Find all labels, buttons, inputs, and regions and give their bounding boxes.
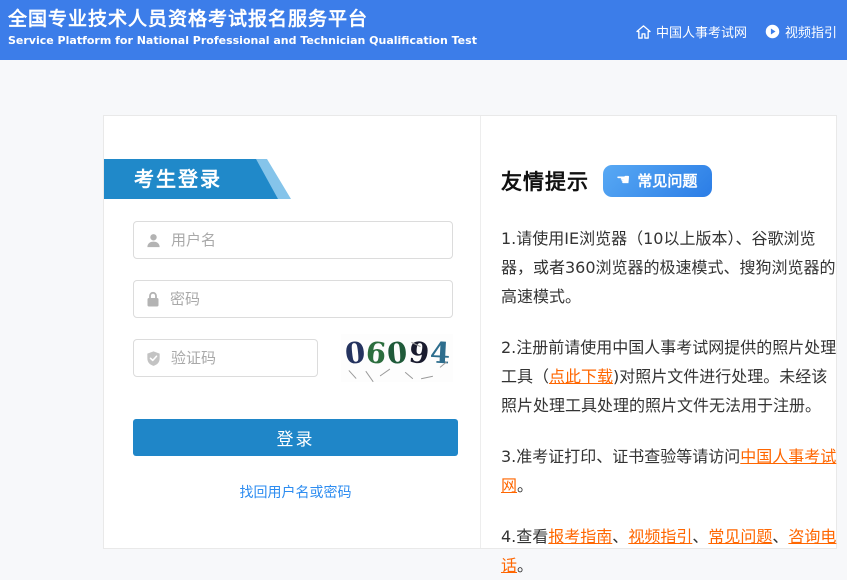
- header-titles: 全国专业技术人员资格考试报名服务平台 Service Platform for …: [8, 7, 477, 47]
- faq-button[interactable]: ☚ 常见问题: [603, 165, 712, 197]
- tip-text: 4.查看: [501, 527, 548, 546]
- captcha-scratch-line: [421, 376, 433, 379]
- tips-header: 友情提示 ☚ 常见问题: [501, 165, 837, 197]
- tip-item: 4.查看报考指南、视频指引、常见问题、咨询电话。: [501, 522, 841, 580]
- tip-item: 1.请使用IE浏览器（10以上版本）、谷歌浏览器，或者360浏览器的极速模式、搜…: [501, 224, 841, 311]
- app-header: 全国专业技术人员资格考试报名服务平台 Service Platform for …: [0, 0, 847, 60]
- captcha-code: 06094: [345, 336, 451, 370]
- header-nav: 中国人事考试网 视频指引: [636, 22, 837, 41]
- tip-text: 、: [772, 527, 788, 546]
- tips-panel: 友情提示 ☚ 常见问题 1.请使用IE浏览器（10以上版本）、谷歌浏览器，或者3…: [482, 116, 837, 548]
- shield-check-icon: [145, 350, 162, 367]
- lock-icon: [145, 291, 161, 308]
- faq-button-label: 常见问题: [637, 170, 697, 191]
- captcha-digit: 9: [407, 335, 432, 371]
- captcha-digit: 0: [386, 335, 410, 370]
- recover-credentials-link[interactable]: 找回用户名或密码: [133, 482, 458, 502]
- login-panel: 考生登录 06094: [104, 116, 481, 548]
- pointing-hand-icon: ☚: [616, 172, 630, 188]
- captcha-scratch-line: [405, 372, 413, 379]
- play-icon: [765, 24, 780, 39]
- password-input[interactable]: [170, 290, 452, 308]
- captcha-field-wrap: [133, 339, 318, 377]
- tip-item: 2.注册前请使用中国人事考试网提供的照片处理工具（点此下载)对照片文件进行处理。…: [501, 333, 841, 420]
- nav-link-cpta[interactable]: 中国人事考试网: [636, 22, 747, 41]
- tip-item: 3.准考证打印、证书查验等请访问中国人事考试网。: [501, 442, 841, 500]
- tip-link[interactable]: 视频指引: [628, 527, 692, 546]
- login-banner: 考生登录: [104, 159, 304, 199]
- nav-link-video-guide[interactable]: 视频指引: [765, 22, 837, 41]
- tip-text: 。: [517, 476, 533, 495]
- user-icon: [145, 232, 162, 249]
- home-icon: [636, 25, 651, 39]
- nav-link-label: 中国人事考试网: [656, 22, 747, 41]
- captcha-image[interactable]: 06094: [341, 334, 453, 382]
- tips-list: 1.请使用IE浏览器（10以上版本）、谷歌浏览器，或者360浏览器的极速模式、搜…: [501, 224, 841, 580]
- tip-text: 、: [612, 527, 628, 546]
- captcha-scratch-line: [348, 370, 356, 379]
- tip-link[interactable]: 报考指南: [548, 527, 612, 546]
- page-subtitle: Service Platform for National Profession…: [8, 34, 477, 47]
- login-panel-title: 考生登录: [134, 159, 222, 199]
- login-button[interactable]: 登录: [133, 419, 458, 456]
- tip-text: 3.准考证打印、证书查验等请访问: [501, 447, 740, 466]
- tip-link[interactable]: 点此下载: [549, 367, 613, 386]
- captcha-input[interactable]: [171, 349, 317, 367]
- tip-text: 。: [517, 556, 533, 575]
- main-card: 考生登录 06094: [103, 115, 837, 549]
- tip-link[interactable]: 常见问题: [708, 527, 772, 546]
- tips-heading: 友情提示: [501, 166, 589, 196]
- username-field-wrap: [133, 221, 453, 259]
- password-field-wrap: [133, 280, 453, 318]
- page-title: 全国专业技术人员资格考试报名服务平台: [8, 7, 477, 31]
- nav-link-label: 视频指引: [785, 22, 837, 41]
- username-input[interactable]: [171, 231, 452, 249]
- tip-text: 、: [692, 527, 708, 546]
- captcha-scratch-line: [365, 371, 373, 382]
- tip-text: 1.请使用IE浏览器（10以上版本）、谷歌浏览器，或者360浏览器的极速模式、搜…: [501, 229, 836, 306]
